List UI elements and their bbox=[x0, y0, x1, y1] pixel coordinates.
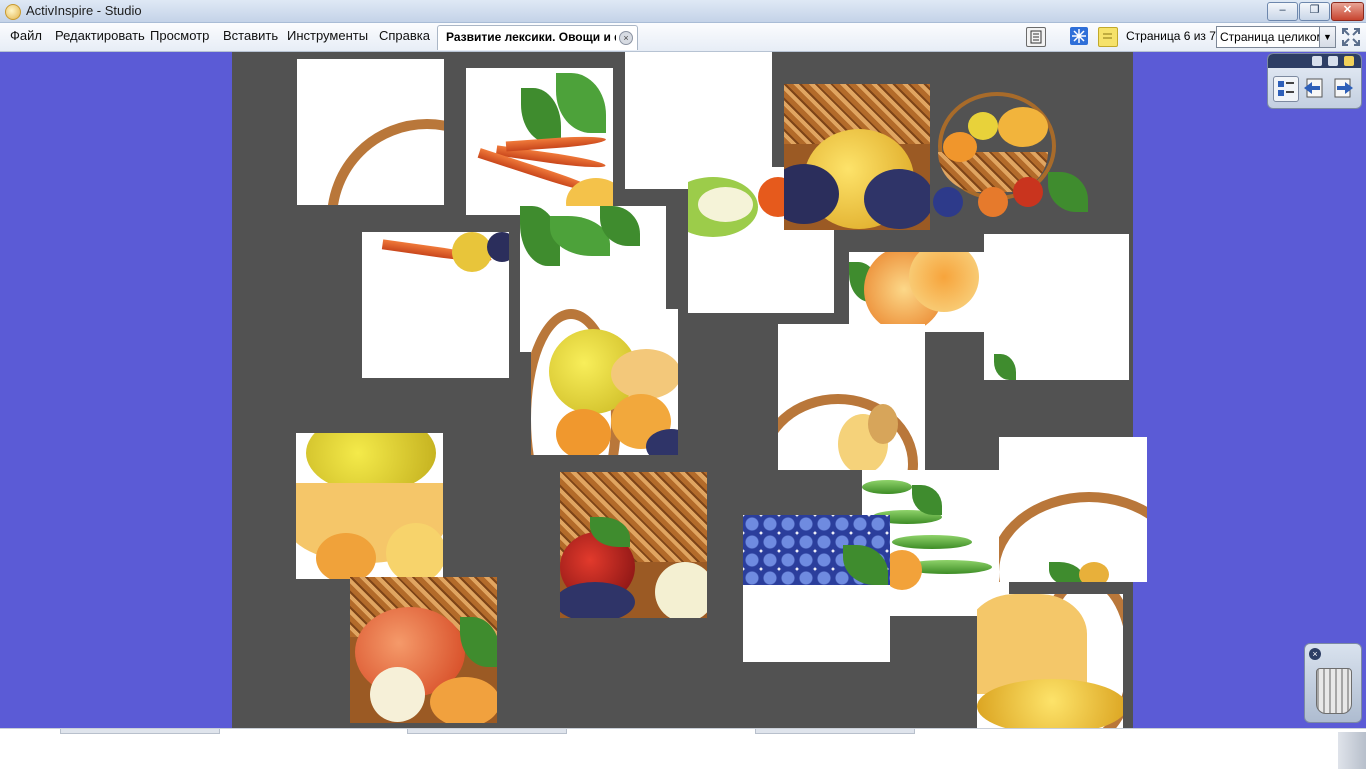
puzzle-piece[interactable] bbox=[984, 234, 1129, 380]
menu-view[interactable]: Просмотр bbox=[150, 28, 209, 43]
task-tab[interactable] bbox=[407, 729, 567, 734]
page-indicator: Страница 6 из 7 bbox=[1126, 29, 1216, 43]
fullscreen-icon[interactable] bbox=[1341, 27, 1360, 46]
sticky-note-icon[interactable] bbox=[1098, 27, 1118, 47]
scrollbar[interactable] bbox=[1338, 732, 1366, 769]
puzzle-piece[interactable] bbox=[743, 515, 890, 662]
tab-close-icon[interactable]: × bbox=[619, 31, 633, 45]
puzzle-piece[interactable] bbox=[466, 68, 613, 215]
puzzle-piece[interactable] bbox=[560, 472, 707, 618]
puzzle-piece[interactable] bbox=[849, 252, 996, 332]
menu-bar: Файл Редактировать Просмотр Вставить Инс… bbox=[0, 23, 1366, 52]
menu-tools[interactable]: Инструменты bbox=[287, 28, 368, 43]
restore-button[interactable]: ❐ bbox=[1299, 2, 1330, 21]
toolbox-collapse-icon[interactable] bbox=[1328, 56, 1338, 66]
toolbox-header bbox=[1268, 54, 1361, 68]
task-tab[interactable] bbox=[755, 729, 915, 734]
puzzle-piece[interactable] bbox=[784, 84, 930, 230]
puzzle-piece[interactable] bbox=[531, 309, 678, 455]
puzzle-piece[interactable] bbox=[778, 324, 925, 470]
trash-panel[interactable]: × bbox=[1304, 643, 1362, 723]
menu-edit[interactable]: Редактировать bbox=[55, 28, 145, 43]
flipchart-canvas[interactable] bbox=[232, 52, 1147, 728]
puzzle-piece[interactable] bbox=[296, 433, 443, 579]
document-tab[interactable]: Развитие лексики. Овощи и фр × bbox=[437, 25, 638, 50]
menu-file[interactable]: Файл bbox=[10, 28, 42, 43]
bottom-bar bbox=[0, 728, 1366, 769]
puzzle-piece[interactable] bbox=[350, 577, 497, 723]
page-navigation-toolbox[interactable] bbox=[1267, 53, 1362, 109]
document-tab-label: Развитие лексики. Овощи и фр bbox=[446, 30, 616, 44]
puzzle-piece[interactable] bbox=[297, 59, 444, 205]
zoom-select[interactable]: Страница целиком ▼ bbox=[1216, 26, 1336, 48]
previous-page-icon[interactable] bbox=[1302, 76, 1326, 100]
toolbox-pin-icon[interactable] bbox=[1344, 56, 1354, 66]
task-tab[interactable] bbox=[60, 729, 220, 734]
menu-help[interactable]: Справка bbox=[379, 28, 430, 43]
zoom-value: Страница целиком bbox=[1220, 30, 1325, 44]
chevron-down-icon[interactable]: ▼ bbox=[1319, 27, 1335, 47]
page-browser-icon[interactable] bbox=[1273, 76, 1299, 102]
puzzle-piece[interactable] bbox=[362, 232, 509, 378]
puzzle-piece[interactable] bbox=[977, 594, 1123, 728]
snowflake-icon[interactable] bbox=[1070, 27, 1088, 45]
page-list-icon[interactable] bbox=[1026, 27, 1046, 47]
trash-bin-icon[interactable] bbox=[1316, 668, 1352, 714]
toolbox-menu-icon[interactable] bbox=[1312, 56, 1322, 66]
window-title-bar: ActivInspire - Studio – ❐ ✕ bbox=[0, 0, 1366, 23]
trash-close-icon[interactable]: × bbox=[1309, 648, 1321, 660]
canvas-gap bbox=[925, 398, 999, 452]
window-title: ActivInspire - Studio bbox=[26, 3, 142, 18]
reference-basket-image[interactable] bbox=[928, 92, 1098, 224]
minimize-button[interactable]: – bbox=[1267, 2, 1298, 21]
puzzle-piece[interactable] bbox=[999, 437, 1147, 582]
close-button[interactable]: ✕ bbox=[1331, 2, 1364, 21]
menu-insert[interactable]: Вставить bbox=[223, 28, 278, 43]
next-page-icon[interactable] bbox=[1331, 76, 1355, 100]
activinspire-logo-icon bbox=[5, 4, 21, 20]
